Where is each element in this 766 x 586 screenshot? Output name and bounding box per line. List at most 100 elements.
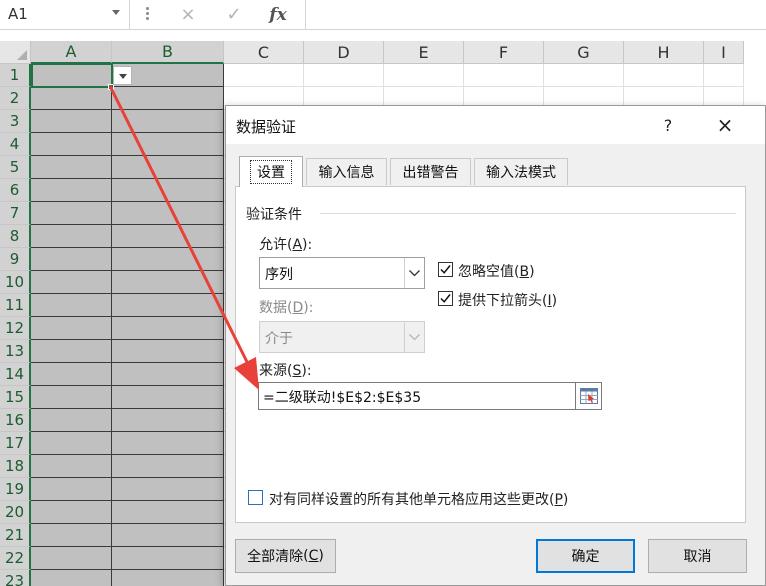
insert-function-icon[interactable]: fx [258, 0, 298, 29]
cell-a8[interactable] [31, 225, 112, 248]
column-header-a[interactable]: A [31, 41, 112, 64]
cell-a13[interactable] [31, 340, 112, 363]
tab-ime-mode[interactable]: 输入法模式 [474, 158, 568, 185]
cell-b7[interactable] [112, 202, 224, 225]
select-all-corner[interactable] [0, 41, 31, 64]
cell-a2[interactable] [31, 87, 112, 110]
column-header-c[interactable]: C [224, 41, 304, 64]
cell-d1[interactable] [304, 64, 384, 87]
row-header-5[interactable]: 5 [0, 156, 31, 179]
cell-a14[interactable] [31, 363, 112, 386]
cell-a9[interactable] [31, 248, 112, 271]
row-header-7[interactable]: 7 [0, 202, 31, 225]
cell-b2[interactable] [112, 87, 224, 110]
row-header-18[interactable]: 18 [0, 455, 31, 478]
apply-all-label[interactable]: 对有同样设置的所有其他单元格应用这些更改(P) [269, 489, 568, 509]
column-header-b[interactable]: B [112, 41, 224, 64]
cell-b10[interactable] [112, 271, 224, 294]
cell-b20[interactable] [112, 501, 224, 524]
column-header-i[interactable]: I [704, 41, 744, 64]
apply-all-checkbox[interactable] [248, 490, 263, 505]
name-box[interactable]: A1 [0, 0, 130, 29]
cell-b5[interactable] [112, 156, 224, 179]
cell-a5[interactable] [31, 156, 112, 179]
close-button[interactable]: × [710, 110, 740, 140]
cell-b3[interactable] [112, 110, 224, 133]
cell-b18[interactable] [112, 455, 224, 478]
row-header-8[interactable]: 8 [0, 225, 31, 248]
row-header-6[interactable]: 6 [0, 179, 31, 202]
formula-input[interactable] [306, 0, 766, 29]
cell-b13[interactable] [112, 340, 224, 363]
cell-b11[interactable] [112, 294, 224, 317]
cancel-icon[interactable]: × [168, 0, 208, 29]
column-header-f[interactable]: F [464, 41, 544, 64]
source-input[interactable]: =二级联动!$E$2:$E$35 [258, 382, 576, 410]
row-header-22[interactable]: 22 [0, 547, 31, 570]
cancel-button[interactable]: 取消 [648, 539, 747, 573]
in-cell-dropdown-label[interactable]: 提供下拉箭头(I) [458, 290, 557, 310]
row-header-2[interactable]: 2 [0, 87, 31, 110]
column-header-g[interactable]: G [544, 41, 624, 64]
ok-button[interactable]: 确定 [536, 539, 635, 573]
cell-a3[interactable] [31, 110, 112, 133]
in-cell-dropdown-checkbox[interactable] [438, 291, 453, 306]
row-header-13[interactable]: 13 [0, 340, 31, 363]
cell-a22[interactable] [31, 547, 112, 570]
cell-i1[interactable] [704, 64, 744, 87]
ignore-blank-checkbox[interactable] [438, 262, 453, 277]
row-header-23[interactable]: 23 [0, 570, 31, 586]
cell-a6[interactable] [31, 179, 112, 202]
row-header-16[interactable]: 16 [0, 409, 31, 432]
help-button[interactable]: ? [656, 112, 680, 138]
clear-all-button[interactable]: 全部清除(C) [235, 539, 336, 573]
cell-b17[interactable] [112, 432, 224, 455]
tab-settings[interactable]: 设置 [239, 156, 303, 187]
cell-b8[interactable] [112, 225, 224, 248]
row-header-15[interactable]: 15 [0, 386, 31, 409]
ignore-blank-label[interactable]: 忽略空值(B) [458, 261, 535, 281]
cell-a16[interactable] [31, 409, 112, 432]
row-header-17[interactable]: 17 [0, 432, 31, 455]
cell-a18[interactable] [31, 455, 112, 478]
allow-select[interactable]: 序列 [259, 257, 425, 289]
cell-a10[interactable] [31, 271, 112, 294]
cell-c1[interactable] [224, 64, 304, 87]
drag-handle-icon[interactable] [144, 6, 150, 24]
cell-b19[interactable] [112, 478, 224, 501]
cell-dropdown-button[interactable] [113, 66, 132, 85]
column-header-e[interactable]: E [384, 41, 464, 64]
cell-h1[interactable] [624, 64, 704, 87]
row-header-19[interactable]: 19 [0, 478, 31, 501]
range-select-button[interactable] [576, 382, 602, 410]
chevron-down-icon[interactable] [112, 10, 120, 15]
cell-b14[interactable] [112, 363, 224, 386]
row-header-10[interactable]: 10 [0, 271, 31, 294]
cell-e1[interactable] [384, 64, 464, 87]
cell-f1[interactable] [464, 64, 544, 87]
cell-a21[interactable] [31, 524, 112, 547]
cell-a23[interactable] [31, 570, 112, 586]
row-header-20[interactable]: 20 [0, 501, 31, 524]
row-header-1[interactable]: 1 [0, 64, 31, 87]
column-header-h[interactable]: H [624, 41, 704, 64]
cell-b23[interactable] [112, 570, 224, 586]
cell-a12[interactable] [31, 317, 112, 340]
cell-a15[interactable] [31, 386, 112, 409]
cell-a17[interactable] [31, 432, 112, 455]
cell-b9[interactable] [112, 248, 224, 271]
cell-a7[interactable] [31, 202, 112, 225]
row-header-9[interactable]: 9 [0, 248, 31, 271]
cell-b16[interactable] [112, 409, 224, 432]
row-header-4[interactable]: 4 [0, 133, 31, 156]
cell-a20[interactable] [31, 501, 112, 524]
cell-b4[interactable] [112, 133, 224, 156]
row-header-21[interactable]: 21 [0, 524, 31, 547]
tab-error-alert[interactable]: 出错警告 [390, 158, 471, 185]
cell-a4[interactable] [31, 133, 112, 156]
row-header-3[interactable]: 3 [0, 110, 31, 133]
row-header-14[interactable]: 14 [0, 363, 31, 386]
row-header-12[interactable]: 12 [0, 317, 31, 340]
cell-b15[interactable] [112, 386, 224, 409]
column-header-d[interactable]: D [304, 41, 384, 64]
